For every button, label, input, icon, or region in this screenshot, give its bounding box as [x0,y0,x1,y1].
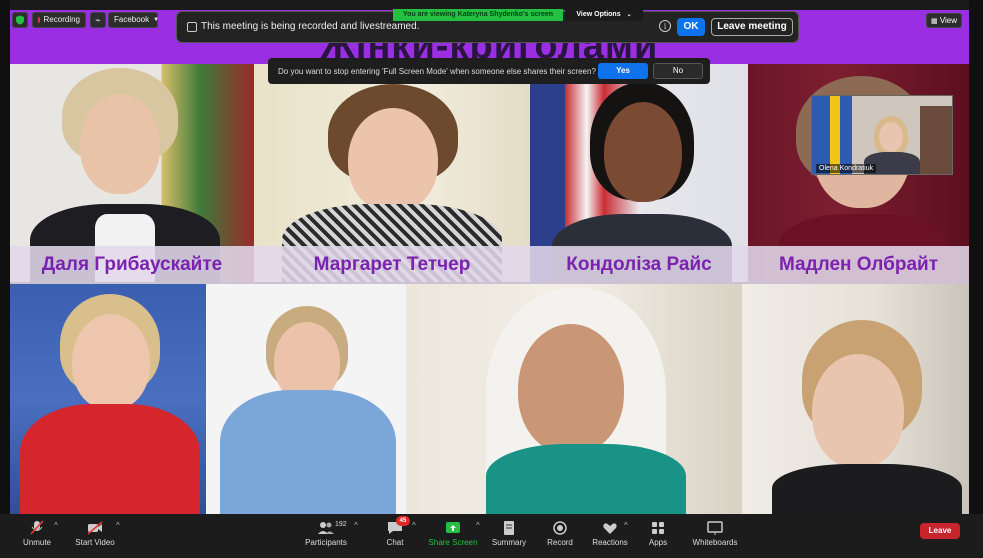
recording-label: Recording [43,15,80,24]
leave-meeting-button[interactable]: Leave meeting [711,18,793,36]
recording-dot-icon [38,17,40,23]
info-icon[interactable]: i [659,20,671,32]
reactions-caret-icon[interactable]: ^ [624,521,628,530]
video-caret-icon[interactable]: ^ [116,521,120,530]
share-caret-icon[interactable]: ^ [476,521,480,530]
recording-notice-text: This meeting is being recorded and lives… [201,21,420,32]
self-view-name: Olena Kondratiuk [816,164,877,173]
share-screen-icon [446,522,460,533]
leave-button[interactable]: Leave [920,523,960,539]
participant-face [879,122,903,152]
photo-7 [406,284,742,514]
participants-label: Participants [305,538,347,547]
reactions-label: Reactions [592,538,628,547]
whiteboards-button[interactable]: Whiteboards [690,514,740,558]
chevron-down-icon: ⌄ [626,12,632,18]
meeting-toolbar: Unmute ^ Start Video ^ Participants ^ Ch… [0,514,983,558]
summary-label: Summary [491,538,527,547]
view-options-button[interactable]: View Options ⌄ [565,9,643,21]
view-button[interactable]: ▦ View [926,13,962,28]
audio-caret-icon[interactable]: ^ [54,521,58,530]
caret-down-icon: ▼ [153,17,160,23]
chat-caret-icon[interactable]: ^ [412,521,416,530]
facebook-label: Facebook [114,15,150,24]
caption-1: Даля Грибаускайте [10,246,254,284]
start-video-button[interactable]: Start Video [70,514,120,558]
summary-icon [504,521,514,535]
apps-label: Apps [648,538,668,547]
viewing-screen-banner: You are viewing Kateryna Shydenko's scre… [393,9,563,21]
participants-icon [318,522,334,534]
participants-count: 192 [335,521,347,528]
record-icon [553,521,567,535]
livestream-button[interactable]: ⌁ [90,12,106,28]
apps-button[interactable]: Apps [640,514,676,558]
caption-2: Маргарет Тетчер [254,246,530,284]
right-edge [969,0,983,558]
share-screen-label: Share Screen [428,538,478,547]
photo-8 [742,284,969,514]
heart-smile-icon [603,523,617,534]
view-label: View [939,16,958,25]
left-edge [0,0,10,558]
fullscreen-prompt: Do you want to stop entering 'Full Scree… [268,58,710,84]
shield-icon [16,15,24,25]
yes-button[interactable]: Yes [598,63,648,79]
facebook-livestream-dropdown[interactable]: Facebook ▼ [108,12,160,28]
muted-microphone-icon [30,520,44,535]
video-off-icon [87,521,103,535]
start-video-label: Start Video [75,538,115,547]
view-options-label: View Options [576,11,621,18]
no-button[interactable]: No [653,63,703,79]
participants-caret-icon[interactable]: ^ [354,521,358,530]
unmute-button[interactable]: Unmute [16,514,58,558]
security-shield-button[interactable] [12,12,28,28]
shared-screen: Жінки-криголами Даля Грибаускайте Маргар… [10,10,969,514]
bookshelf-background [920,106,952,174]
chat-unread-badge: 45 [396,516,410,526]
record-button[interactable]: Record [540,514,580,558]
photo-5 [10,284,206,514]
broadcast-icon: ⌁ [95,15,101,25]
share-screen-button[interactable]: Share Screen [428,514,478,558]
whiteboard-icon [707,521,723,535]
caption-3: Кондоліза Райс [530,246,748,284]
summary-button[interactable]: Summary [488,514,530,558]
photo-6 [206,284,406,514]
chat-label: Chat [386,538,404,547]
grid-icon: ▦ [930,18,938,25]
record-label: Record [547,538,573,547]
caption-4: Мадлен Олбрайт [748,246,969,284]
self-view-video[interactable]: Olena Kondratiuk [811,95,953,175]
whiteboards-label: Whiteboards [692,538,738,547]
ok-button[interactable]: OK [677,18,705,36]
document-icon [187,22,197,32]
unmute-label: Unmute [22,538,51,547]
fullscreen-question: Do you want to stop entering 'Full Scree… [278,67,596,76]
apps-icon [652,522,664,534]
recording-indicator[interactable]: Recording [32,12,86,28]
